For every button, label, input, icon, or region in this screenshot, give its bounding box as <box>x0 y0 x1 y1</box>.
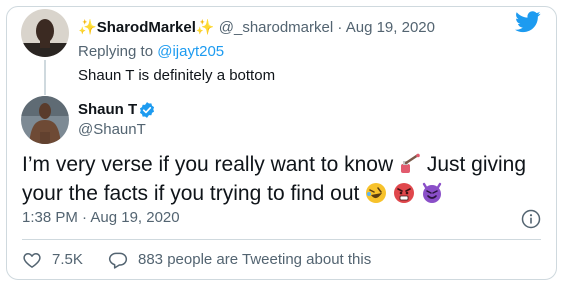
replying-to-label: Replying to <box>78 43 154 60</box>
tweet-text: I’m very verse if you really want to kno… <box>22 150 542 208</box>
info-icon[interactable] <box>521 209 541 229</box>
tweet-text-part-1: I’m very verse if you really want to kno… <box>22 153 394 176</box>
reply-author-avatar[interactable] <box>21 9 69 57</box>
footer-divider <box>22 239 541 240</box>
reply-tweet-text: Shaun T is definitely a bottom <box>78 67 276 84</box>
like-count[interactable]: 7.5K <box>52 250 83 270</box>
reply-header: ✨SharodMarkel✨ @_sharodmarkel · Aug 19, … <box>78 18 435 38</box>
twitter-bird-icon[interactable] <box>515 11 541 33</box>
tweet-author-handle[interactable]: @ShaunT <box>78 120 146 140</box>
nail-polish-emoji <box>400 153 420 173</box>
tweeting-about-this-link[interactable]: 883 people are Tweeting about this <box>138 250 371 270</box>
smiling-devil-emoji <box>422 182 442 203</box>
sparkle-emoji: ✨ <box>78 19 97 36</box>
tweet-author-name[interactable]: Shaun T <box>78 100 137 120</box>
separator-dot: · <box>337 19 343 36</box>
sparkle-emoji: ✨ <box>195 19 215 36</box>
speech-bubble-icon[interactable] <box>108 250 128 270</box>
heart-icon[interactable] <box>22 250 42 270</box>
tweet-timestamp[interactable]: 1:38 PM · Aug 19, 2020 <box>22 208 180 228</box>
rolling-laughing-emoji <box>366 183 387 203</box>
reply-author-name[interactable]: SharodMarkel <box>97 19 196 36</box>
replying-to-handle[interactable]: @ijayt205 <box>157 43 224 60</box>
tweet-author-avatar[interactable] <box>21 96 69 144</box>
replying-to-line: Replying to @ijayt205 <box>78 42 224 62</box>
angry-face-emoji <box>394 183 415 203</box>
reply-author-handle[interactable]: @_sharodmarkel <box>219 19 333 36</box>
thread-connector-line <box>44 60 46 95</box>
verified-badge-icon <box>139 102 155 118</box>
reply-date[interactable]: Aug 19, 2020 <box>346 19 435 36</box>
